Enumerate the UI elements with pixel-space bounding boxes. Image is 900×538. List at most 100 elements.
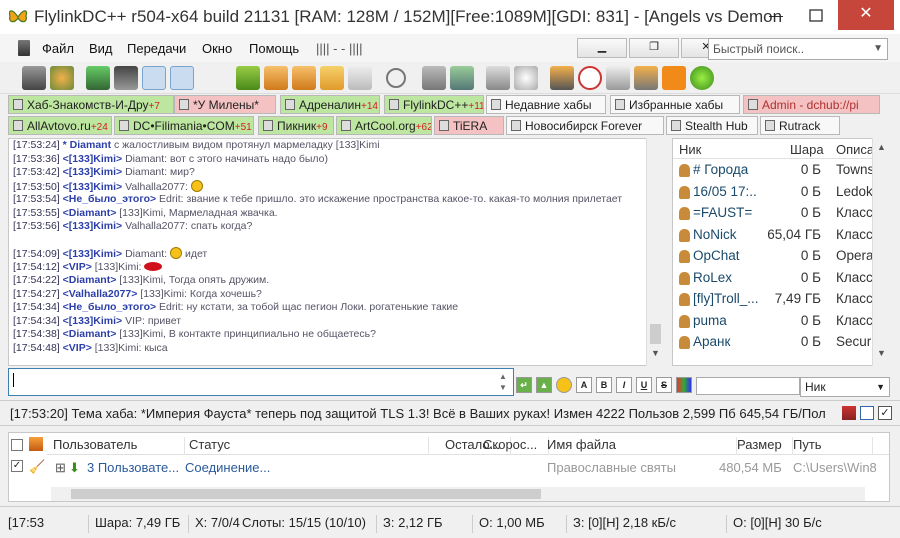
user-row[interactable]: puma 0 Б Класс [673, 311, 873, 333]
chat-nick[interactable]: * Diamant [63, 139, 111, 151]
chat-nick[interactable]: <[133]Kimi> [63, 220, 123, 232]
tab-hub[interactable]: DC•Filimania•COM+51 [114, 116, 254, 135]
network-icon[interactable] [606, 66, 630, 90]
tab-favorite-hubs[interactable]: Избранные хабы [610, 95, 740, 114]
chat-nick[interactable]: <[133]Kimi> [63, 181, 123, 193]
italic-icon[interactable]: I [616, 377, 632, 393]
chat-nick[interactable]: <Не_было_этого> [63, 193, 157, 205]
chat-nick[interactable]: <[133]Kimi> [63, 166, 123, 178]
select-all-checkbox[interactable] [11, 439, 23, 451]
tab-hub[interactable]: Адреналин+14 [280, 95, 380, 114]
adl-search-icon[interactable] [422, 66, 446, 90]
col-user[interactable]: Пользователь [53, 437, 185, 455]
send-icon[interactable]: ↵ [516, 377, 532, 393]
quick-search-combo[interactable]: Быстрый поиск.. ▼ [708, 38, 888, 60]
color-icon[interactable] [676, 377, 692, 393]
user-row[interactable]: NoNick 65,04 ГБ Класс [673, 225, 873, 247]
download-queue-icon[interactable] [264, 66, 288, 90]
connect-icon[interactable] [86, 66, 110, 90]
chevron-down-icon[interactable]: ▼ [876, 382, 885, 392]
mdi-minimize-button[interactable]: ▁ [577, 38, 627, 58]
user-row[interactable]: =FAUST= 0 Б Класс [673, 203, 873, 225]
chat-nick[interactable]: <VIP> [63, 342, 92, 354]
chat-scrollbar[interactable]: ▼ [646, 138, 664, 366]
chat-log[interactable]: [17:53:24] * Diamant с жалостливым видом… [8, 138, 664, 366]
user-list-scrollbar[interactable]: ▲ ▼ [872, 138, 890, 366]
chevron-down-icon[interactable]: ▼ [877, 348, 886, 358]
row-checkbox[interactable]: ✓ [11, 460, 23, 472]
chevron-up-icon[interactable]: ▲ [877, 142, 886, 152]
globe-icon[interactable] [690, 66, 714, 90]
chat-nick[interactable]: <Не_было_этого> [63, 301, 157, 313]
expand-icon[interactable]: ⊞ [55, 460, 66, 476]
user-row[interactable]: Аранк 0 Б Securi [673, 332, 874, 354]
user-list[interactable]: Ник Шара Описа # Города 0 Б Towns 16/05 17:… [672, 138, 890, 366]
user-icon[interactable] [634, 66, 658, 90]
tab-hub[interactable]: *У Милены* [174, 95, 276, 114]
user-row[interactable]: RoLex 0 Б Класс [673, 268, 873, 290]
lock-icon[interactable] [578, 66, 602, 90]
tab-admin-hub[interactable]: Admin - dchub://pi [743, 95, 880, 114]
clock-icon[interactable] [514, 66, 538, 90]
hub-refresh-icon[interactable] [170, 66, 194, 90]
keyboard-icon[interactable] [486, 66, 510, 90]
bold-icon[interactable]: B [596, 377, 612, 393]
tab-hub[interactable]: Rutrack [760, 116, 840, 135]
search-spy-icon[interactable] [450, 66, 474, 90]
close-button[interactable]: ✕ [838, 0, 894, 30]
chevron-up-icon[interactable]: ▲ [499, 372, 507, 381]
menu-window[interactable]: Окно [202, 41, 232, 56]
server-icon[interactable] [22, 66, 46, 90]
menu-help[interactable]: Помощь [249, 41, 299, 56]
finished-uploads-icon[interactable] [348, 66, 372, 90]
plug-icon[interactable] [114, 66, 138, 90]
search-icon[interactable] [386, 68, 406, 88]
chevron-down-icon[interactable]: ▼ [873, 43, 883, 54]
filter-input[interactable] [696, 377, 800, 395]
chat-nick[interactable]: <[133]Kimi> [63, 315, 123, 327]
scroll-thumb[interactable] [650, 324, 661, 344]
tab-hub[interactable]: Новосибирск Forever [506, 116, 664, 135]
font-icon[interactable]: A [576, 377, 592, 393]
chat-nick[interactable]: <Diamant> [63, 274, 117, 286]
chat-nick[interactable]: <Diamant> [63, 328, 117, 340]
chevron-down-icon[interactable]: ▼ [499, 383, 507, 392]
user-settings-icon[interactable] [550, 66, 574, 90]
users-icon[interactable] [50, 66, 74, 90]
chat-nick[interactable]: <[133]Kimi> [63, 248, 123, 260]
menu-transfers[interactable]: Передачи [127, 41, 186, 56]
input-scrollbar[interactable]: ▲ ▼ [496, 370, 512, 394]
arrow-icon[interactable] [236, 66, 260, 90]
user-row[interactable]: 16/05 17:.. 0 Б Ledok [673, 182, 873, 204]
tab-hub[interactable]: Пикник+9 [258, 116, 334, 135]
transfer-user[interactable]: 3 Пользовате... [87, 460, 179, 475]
col-nick[interactable]: Ник [679, 142, 701, 157]
user-row[interactable]: OpChat 0 Б Opera [673, 246, 874, 268]
menu-file[interactable]: Файл [42, 41, 74, 56]
col-status[interactable]: Статус [189, 437, 429, 455]
minimize-button[interactable]: — [756, 4, 796, 28]
multiline-icon[interactable]: ▲ [536, 377, 552, 393]
rss-icon[interactable] [662, 66, 686, 90]
scroll-thumb[interactable] [71, 489, 541, 499]
tab-hub[interactable]: ArtCool.org+62 [336, 116, 432, 135]
menu-view[interactable]: Вид [89, 41, 113, 56]
tab-hub[interactable]: FlylinkDC+++11 [384, 95, 484, 114]
col-share[interactable]: Шара [790, 142, 824, 157]
user-row[interactable]: [fly]Troll_... 7,49 ГБ Класс [673, 289, 873, 311]
tab-hub[interactable]: TiERA [434, 116, 504, 135]
checkbox-icon[interactable]: ✓ [878, 406, 892, 420]
tab-hub[interactable]: Хаб-Знакомств-И-Дру+7 [8, 95, 174, 114]
strike-icon[interactable]: S [656, 377, 672, 393]
message-input[interactable] [8, 368, 514, 396]
maximize-button[interactable] [796, 4, 836, 28]
tab-hub[interactable]: AllAvtovo.ru+24 [8, 116, 112, 135]
upload-queue-icon[interactable] [320, 66, 344, 90]
finished-downloads-icon[interactable] [292, 66, 316, 90]
chat-nick[interactable]: <[133]Kimi> [63, 153, 123, 165]
hub-list-icon[interactable] [142, 66, 166, 90]
user-row[interactable]: # Города 0 Б Towns [673, 160, 874, 182]
col-desc[interactable]: Описа [836, 142, 874, 157]
chat-nick[interactable]: <Diamant> [63, 207, 117, 219]
transfers-panel[interactable]: ✓ 🧹 Пользователь Статус Остало... Скорос… [8, 432, 890, 502]
